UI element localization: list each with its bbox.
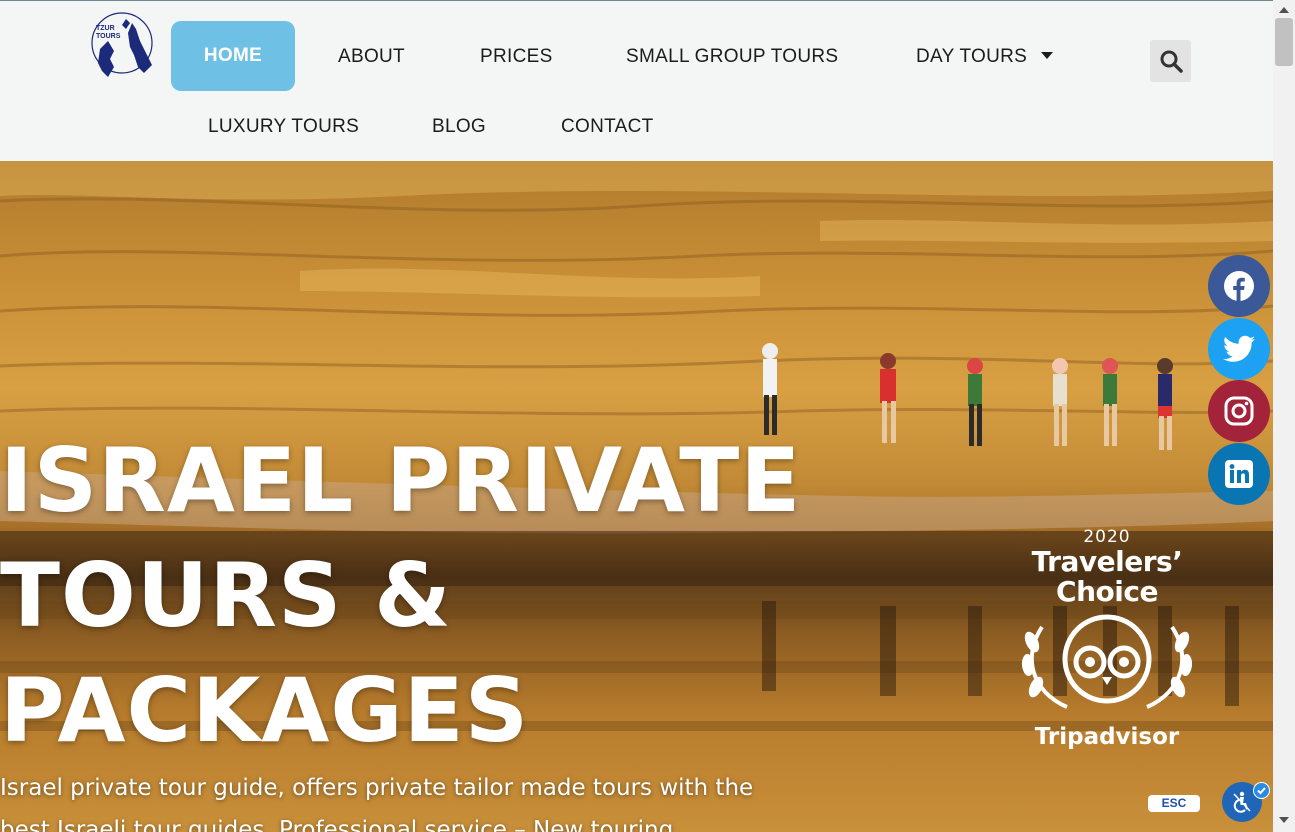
esc-badge[interactable]: ESC <box>1148 795 1200 812</box>
nav-luxury-tours[interactable]: LUXURY TOURS <box>208 116 359 138</box>
award-brand: Tripadvisor <box>1034 724 1180 750</box>
twitter-icon <box>1223 335 1255 362</box>
award-title-line2: Choice <box>1056 575 1158 608</box>
search-icon <box>1160 50 1183 73</box>
search-button[interactable] <box>1150 40 1191 82</box>
scroll-down-arrow-icon[interactable] <box>1279 817 1289 823</box>
instagram-icon <box>1224 396 1254 426</box>
linkedin-button[interactable] <box>1208 443 1270 505</box>
award-year: 2020 <box>1083 527 1131 547</box>
nav-day-tours-label: DAY TOURS <box>916 46 1028 67</box>
hero-section: ISRAEL PRIVATE TOURS & PACKAGES Israel p… <box>0 161 1273 832</box>
tripadvisor-award[interactable]: 2020 Travelers’ Choice Tripadvisor <box>1012 527 1202 750</box>
nav-prices[interactable]: PRICES <box>480 46 553 68</box>
page: TZUR TOURS HOME ABOUT PRICES SMALL GROUP… <box>0 0 1273 832</box>
nav-home[interactable]: HOME <box>171 21 295 91</box>
award-title-line1: Travelers’ <box>1031 545 1183 578</box>
site-logo[interactable]: TZUR TOURS <box>88 11 156 81</box>
vertical-scrollbar[interactable] <box>1273 0 1295 832</box>
nav-day-tours[interactable]: DAY TOURS <box>916 46 1054 68</box>
nav-small-group-tours[interactable]: SMALL GROUP TOURS <box>626 46 838 68</box>
caret-down-icon <box>1041 52 1054 59</box>
checkmark-badge-icon <box>1253 782 1270 799</box>
facebook-icon <box>1224 271 1254 301</box>
facebook-button[interactable] <box>1208 255 1270 317</box>
nav-blog[interactable]: BLOG <box>432 116 486 138</box>
hero-title: ISRAEL PRIVATE TOURS & PACKAGES <box>0 429 802 762</box>
hero-subtitle: Israel private tour guide, offers privat… <box>0 775 754 832</box>
nav-contact[interactable]: CONTACT <box>561 116 654 138</box>
site-header: TZUR TOURS HOME ABOUT PRICES SMALL GROUP… <box>0 1 1273 161</box>
tripadvisor-owl-icon <box>1021 614 1193 709</box>
instagram-button[interactable] <box>1208 380 1270 442</box>
twitter-button[interactable] <box>1208 318 1270 380</box>
scroll-up-arrow-icon[interactable] <box>1279 7 1289 13</box>
linkedin-icon <box>1225 460 1253 488</box>
accessibility-icon <box>1233 791 1251 813</box>
logo-text: TZUR TOURS <box>96 25 121 40</box>
nav-about[interactable]: ABOUT <box>338 46 405 68</box>
scrollbar-thumb[interactable] <box>1275 18 1293 66</box>
